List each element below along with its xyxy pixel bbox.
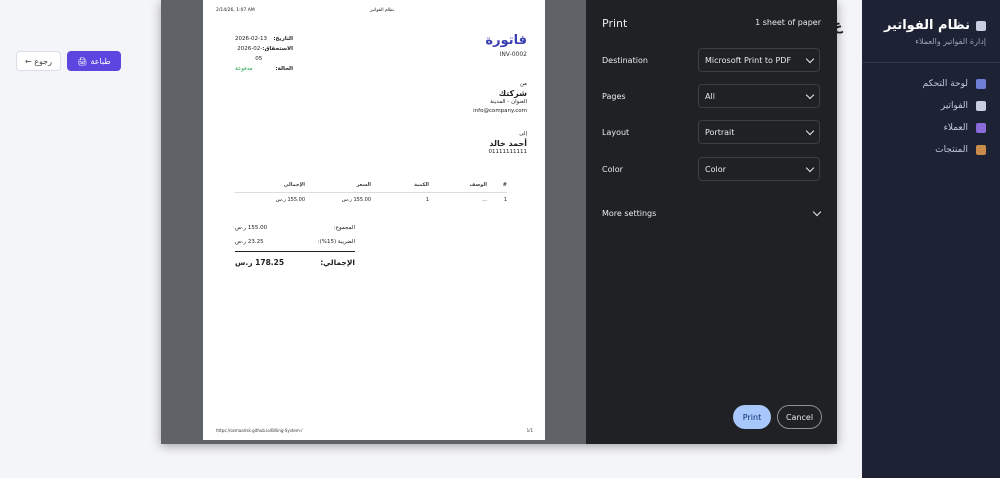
chevron-down-icon bbox=[805, 126, 815, 135]
grand-total-label: الإجمالي: bbox=[320, 258, 355, 267]
table-header: # الوصف الكمية السعر الإجمالي bbox=[235, 178, 507, 193]
layout-row: Layout Portrait bbox=[602, 120, 822, 144]
col-price: السعر bbox=[356, 182, 371, 188]
from-email: info@company.com bbox=[473, 108, 527, 114]
invoice-title: فاتورة bbox=[485, 33, 527, 48]
chevron-down-icon bbox=[805, 90, 815, 99]
from-company: شركتك bbox=[498, 89, 527, 98]
more-settings-label: More settings bbox=[602, 209, 657, 218]
sidebar-item-products[interactable]: المنتجات bbox=[862, 139, 1000, 161]
print-button[interactable]: Print bbox=[733, 405, 771, 429]
chart-icon bbox=[976, 79, 986, 89]
from-address: العنوان - المدينة bbox=[490, 99, 527, 105]
pages-select[interactable]: All bbox=[698, 84, 820, 108]
users-icon bbox=[976, 123, 986, 133]
to-block: إلى أحمد خالد 01111111111 bbox=[489, 130, 528, 157]
invoice-meta: التاريخ: 2026-02-13 الاستحقاق: 2026-02-0… bbox=[235, 34, 293, 74]
tax-value: 23.25 ر.س bbox=[235, 239, 264, 245]
more-settings-toggle[interactable]: More settings bbox=[602, 207, 822, 218]
page-header-date: 2/14/26, 1:07 AM bbox=[216, 8, 255, 13]
back-button[interactable]: ← رجوع bbox=[16, 51, 61, 71]
sidebar-item-label: المنتجات bbox=[935, 145, 968, 155]
print-button-app[interactable]: 🖨 طباعة bbox=[67, 51, 121, 71]
table-row: 1 ... 1 155.00 ر.س 155.00 ر.س bbox=[235, 193, 507, 207]
document-icon bbox=[976, 20, 986, 31]
color-row: Color Color bbox=[602, 157, 822, 181]
cell-total: 155.00 ر.س bbox=[275, 197, 305, 203]
layout-label: Layout bbox=[602, 127, 630, 137]
totals-block: المجموع: 155.00 ر.س الضريبة (15%): 23.25… bbox=[235, 221, 355, 271]
sidebar-divider bbox=[862, 62, 1000, 63]
date-label: التاريخ: bbox=[273, 36, 293, 42]
due-label: الاستحقاق: bbox=[262, 46, 293, 52]
tax-label: الضريبة (15%): bbox=[317, 239, 355, 245]
invoice-number: INV-0002 bbox=[499, 51, 527, 58]
document-icon bbox=[976, 101, 986, 111]
from-label: من bbox=[519, 81, 527, 87]
chevron-down-icon bbox=[805, 54, 815, 63]
cell-price: 155.00 ر.س bbox=[341, 197, 371, 203]
grand-total-value: 178.25 ر.س bbox=[235, 258, 285, 267]
to-label: إلى bbox=[519, 131, 527, 137]
color-value: Color bbox=[705, 164, 726, 174]
date-value: 2026-02-13 bbox=[235, 36, 267, 42]
layout-select[interactable]: Portrait bbox=[698, 120, 820, 144]
sidebar-item-customers[interactable]: العملاء bbox=[862, 117, 1000, 139]
due-value: 2026-02-05 bbox=[237, 46, 263, 62]
print-preview: 2/14/26, 1:07 AM نظام الفواتير فاتورة IN… bbox=[161, 0, 586, 444]
invoice-actions: ← رجوع 🖨 طباعة bbox=[16, 51, 121, 71]
sidebar-brand: نظام الفواتير إدارة الفواتير والعملاء bbox=[862, 0, 1000, 46]
from-block: من شركتك العنوان - المدينة info@company.… bbox=[473, 80, 527, 116]
status-badge: مدفوعة bbox=[235, 66, 253, 72]
destination-row: Destination Microsoft Print to PDF bbox=[602, 48, 822, 72]
col-total: الإجمالي bbox=[283, 182, 305, 188]
sidebar-item-label: العملاء bbox=[943, 123, 968, 133]
cell-desc: ... bbox=[482, 197, 487, 203]
box-icon bbox=[976, 145, 986, 155]
status-label: الحالة: bbox=[275, 66, 293, 72]
destination-select[interactable]: Microsoft Print to PDF bbox=[698, 48, 820, 72]
print-title: Print bbox=[602, 17, 628, 30]
color-select[interactable]: Color bbox=[698, 157, 820, 181]
brand-title: نظام الفواتير bbox=[883, 18, 970, 33]
sheet-count: 1 sheet of paper bbox=[755, 18, 821, 27]
destination-value: Microsoft Print to PDF bbox=[705, 55, 792, 65]
col-qty: الكمية bbox=[414, 182, 429, 188]
col-num: # bbox=[502, 182, 507, 188]
col-desc: الوصف bbox=[469, 182, 487, 188]
to-name: أحمد خالد bbox=[489, 139, 527, 148]
sidebar-item-invoices[interactable]: الفواتير bbox=[862, 95, 1000, 117]
layout-value: Portrait bbox=[705, 127, 735, 137]
printer-icon: 🖨 bbox=[77, 56, 88, 66]
pages-value: All bbox=[705, 91, 715, 101]
page-header-title: نظام الفواتير bbox=[370, 8, 395, 13]
print-button-label: طباعة bbox=[90, 56, 111, 66]
cell-num: 1 bbox=[503, 197, 507, 203]
color-label: Color bbox=[602, 164, 623, 174]
sidebar-item-label: لوحة التحكم bbox=[922, 79, 968, 89]
sidebar-item-label: الفواتير bbox=[940, 101, 968, 111]
subtotal-value: 155.00 ر.س bbox=[235, 225, 268, 231]
subtotal-label: المجموع: bbox=[333, 225, 355, 231]
brand-subtitle: إدارة الفواتير والعملاء bbox=[915, 37, 986, 46]
sidebar-item-dashboard[interactable]: لوحة التحكم bbox=[862, 73, 1000, 95]
page-footer-number: 1/1 bbox=[526, 428, 533, 433]
print-dialog: 2/14/26, 1:07 AM نظام الفواتير فاتورة IN… bbox=[161, 0, 837, 444]
sidebar: نظام الفواتير إدارة الفواتير والعملاء لو… bbox=[862, 0, 1000, 478]
page-footer-url: https://osmaalrsk.github.io/Billing-Syst… bbox=[216, 428, 303, 433]
chevron-down-icon bbox=[805, 163, 815, 172]
chevron-down-icon bbox=[812, 207, 822, 217]
to-phone: 01111111111 bbox=[488, 149, 528, 155]
cell-qty: 1 bbox=[425, 197, 429, 203]
print-settings-panel: Print 1 sheet of paper Destination Micro… bbox=[586, 0, 837, 444]
pages-row: Pages All bbox=[602, 84, 822, 108]
items-table: # الوصف الكمية السعر الإجمالي 1 ... 1 15… bbox=[235, 178, 507, 207]
pages-label: Pages bbox=[602, 91, 626, 101]
preview-page: 2/14/26, 1:07 AM نظام الفواتير فاتورة IN… bbox=[203, 0, 545, 440]
cancel-button[interactable]: Cancel bbox=[777, 405, 822, 429]
destination-label: Destination bbox=[602, 55, 648, 65]
